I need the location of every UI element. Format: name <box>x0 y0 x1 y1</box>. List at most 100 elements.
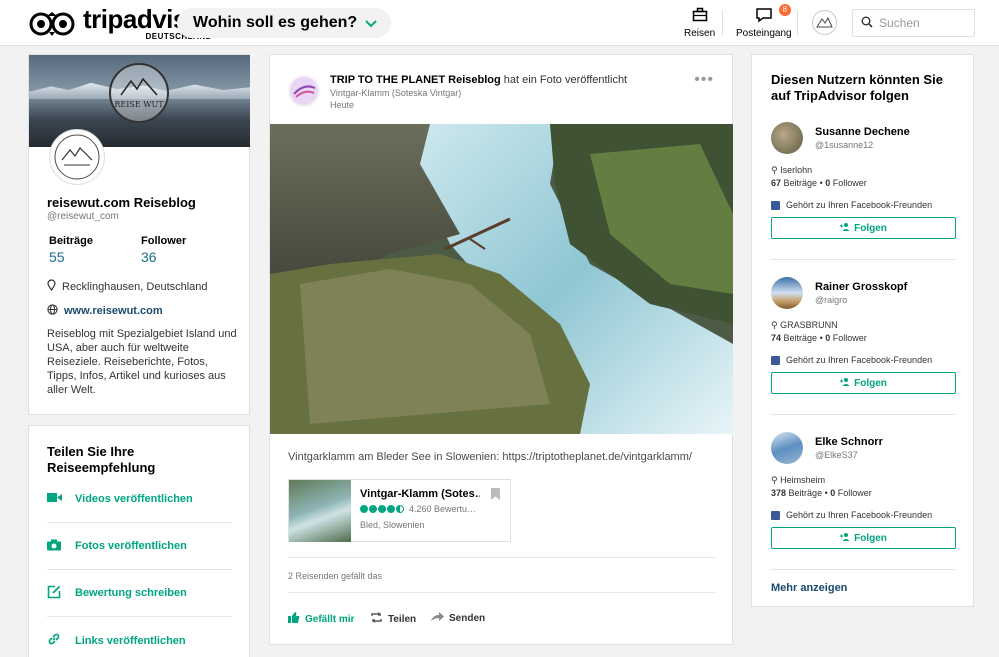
cover-logo: REISE WUT <box>109 63 169 123</box>
inbox-badge: 8 <box>778 4 791 16</box>
facebook-icon <box>771 355 780 365</box>
video-icon <box>47 492 75 506</box>
post-place[interactable]: Vintgar-Klamm (Soteska Vintgar) <box>330 88 461 98</box>
user-location: ⚲ GRASBRUNN <box>771 320 838 330</box>
divider <box>771 569 956 570</box>
user-avatar[interactable] <box>771 277 803 309</box>
add-user-icon <box>840 377 850 389</box>
user-stats: 378 Beiträge • 0 Follower <box>771 488 872 498</box>
location-pin-icon <box>47 279 56 294</box>
user-avatar[interactable] <box>812 10 837 35</box>
more-options-icon[interactable]: ••• <box>694 71 714 89</box>
write-review-button[interactable]: Bewertung schreiben <box>47 570 232 617</box>
profile-handle: @reisewut_com <box>47 211 119 222</box>
thumbs-up-icon <box>288 612 300 626</box>
cover-logo-text: REISE WUT <box>114 100 164 109</box>
add-user-icon <box>840 222 850 234</box>
follow-button[interactable]: Folgen <box>771 372 956 394</box>
send-button[interactable]: Senden <box>431 612 485 625</box>
share-videos-button[interactable]: Videos veröffentlichen <box>47 476 232 523</box>
location-pin-icon: ⚲ <box>771 475 778 485</box>
search-box[interactable] <box>852 9 975 37</box>
inbox-label: Posteingang <box>736 28 792 39</box>
share-links-button[interactable]: Links veröffentlichen <box>47 617 232 657</box>
share-photos-label: Fotos veröffentlichen <box>75 540 187 552</box>
rating-bubble-icon <box>369 505 377 513</box>
contributions-label: Beiträge <box>49 235 94 247</box>
user-name[interactable]: Rainer Grosskopf <box>815 281 907 293</box>
user-avatar[interactable] <box>771 432 803 464</box>
search-input[interactable] <box>879 16 969 30</box>
rating-bubble-icon <box>378 505 386 513</box>
like-button[interactable]: Gefällt mir <box>288 612 354 626</box>
facebook-friend-row: Gehört zu Ihren Facebook-Freunden <box>771 200 932 210</box>
divider <box>288 557 715 558</box>
follow-button[interactable]: Folgen <box>771 217 956 239</box>
user-handle: @1susanne12 <box>815 140 874 150</box>
show-more-link[interactable]: Mehr anzeigen <box>771 582 847 594</box>
poi-name[interactable]: Vintgar-Klamm (Sotes… <box>360 488 480 500</box>
post-author-avatar[interactable] <box>288 75 320 107</box>
post-header: TRIP TO THE PLANET Reiseblog hat ein Fot… <box>330 74 627 86</box>
user-avatar[interactable] <box>771 122 803 154</box>
send-arrow-icon <box>431 612 444 625</box>
followers-count[interactable]: 36 <box>141 249 157 265</box>
post-author-name[interactable]: TRIP TO THE PLANET Reiseblog <box>330 74 501 86</box>
profile-avatar[interactable] <box>49 129 105 185</box>
profile-bio: Reiseblog mit Spezialgebiet Island und U… <box>47 328 237 396</box>
post-photo[interactable] <box>270 124 733 434</box>
share-videos-label: Videos veröffentlichen <box>75 493 193 505</box>
poi-review-count: 4.260 Bewertu… <box>409 504 477 514</box>
top-header: tripadvisor DEUTSCHLAND Wohin soll es ge… <box>0 0 999 46</box>
bookmark-icon[interactable] <box>491 488 500 500</box>
search-icon <box>861 16 873 31</box>
like-label: Gefällt mir <box>305 613 355 625</box>
user-stats: 67 Beiträge • 0 Follower <box>771 178 867 188</box>
post-action-text: hat ein Foto veröffentlicht <box>503 74 628 86</box>
rating-bubble-icon <box>387 505 395 513</box>
facebook-icon <box>771 510 780 520</box>
user-name[interactable]: Susanne Dechene <box>815 126 910 138</box>
user-stats: 74 Beiträge • 0 Follower <box>771 333 867 343</box>
owl-logo-icon <box>27 11 81 36</box>
follow-suggestions-title: Diesen Nutzern könnten Sie auf TripAdvis… <box>771 72 943 103</box>
trips-button[interactable]: Reisen <box>684 7 715 39</box>
destination-dropdown[interactable]: Wohin soll es gehen? <box>177 8 392 38</box>
suitcase-icon <box>684 7 715 26</box>
divider <box>288 592 715 593</box>
poi-card[interactable]: Vintgar-Klamm (Sotes… 4.260 Bewertu… Ble… <box>288 479 511 542</box>
poi-thumbnail <box>289 480 351 542</box>
poi-rating: 4.260 Bewertu… <box>360 504 476 514</box>
user-handle: @ElkeS37 <box>815 450 858 460</box>
profile-website-row[interactable]: www.reisewut.com <box>47 304 163 318</box>
header-divider <box>797 10 798 36</box>
user-name[interactable]: Elke Schnorr <box>815 436 883 448</box>
destination-label: Wohin soll es gehen? <box>193 14 358 31</box>
share-photos-button[interactable]: Fotos veröffentlichen <box>47 523 232 570</box>
suggested-user: Susanne Dechene @1susanne12 ⚲ Iserlohn 6… <box>771 122 956 242</box>
rating-bubble-icon <box>360 505 368 513</box>
write-review-label: Bewertung schreiben <box>75 587 187 599</box>
contributions-count[interactable]: 55 <box>49 249 65 265</box>
share-title: Teilen Sie Ihre Reiseempfehlung <box>47 444 156 475</box>
profile-website-link[interactable]: www.reisewut.com <box>64 305 163 317</box>
repost-icon <box>370 612 383 626</box>
post-likes[interactable]: 2 Reisenden gefällt das <box>288 571 382 581</box>
divider <box>771 414 956 415</box>
add-user-icon <box>840 532 850 544</box>
facebook-friend-row: Gehört zu Ihren Facebook-Freunden <box>771 510 932 520</box>
camera-icon <box>47 539 75 554</box>
chevron-down-icon <box>365 16 377 31</box>
location-pin-icon: ⚲ <box>771 320 778 330</box>
share-post-label: Teilen <box>388 613 417 625</box>
suggested-user: Elke Schnorr @ElkeS37 ⚲ Heimsheim 378 Be… <box>771 432 956 552</box>
profile-card: REISE WUT reisewut.com Reiseblog @reisew… <box>28 54 250 415</box>
followers-label: Follower <box>141 235 187 247</box>
share-post-button[interactable]: Teilen <box>370 612 416 626</box>
divider <box>771 259 956 260</box>
profile-name[interactable]: reisewut.com Reiseblog <box>47 195 196 210</box>
follow-button[interactable]: Folgen <box>771 527 956 549</box>
chat-icon: 8 <box>755 4 791 26</box>
link-icon <box>47 632 75 649</box>
inbox-button[interactable]: 8 Posteingang <box>736 4 792 39</box>
